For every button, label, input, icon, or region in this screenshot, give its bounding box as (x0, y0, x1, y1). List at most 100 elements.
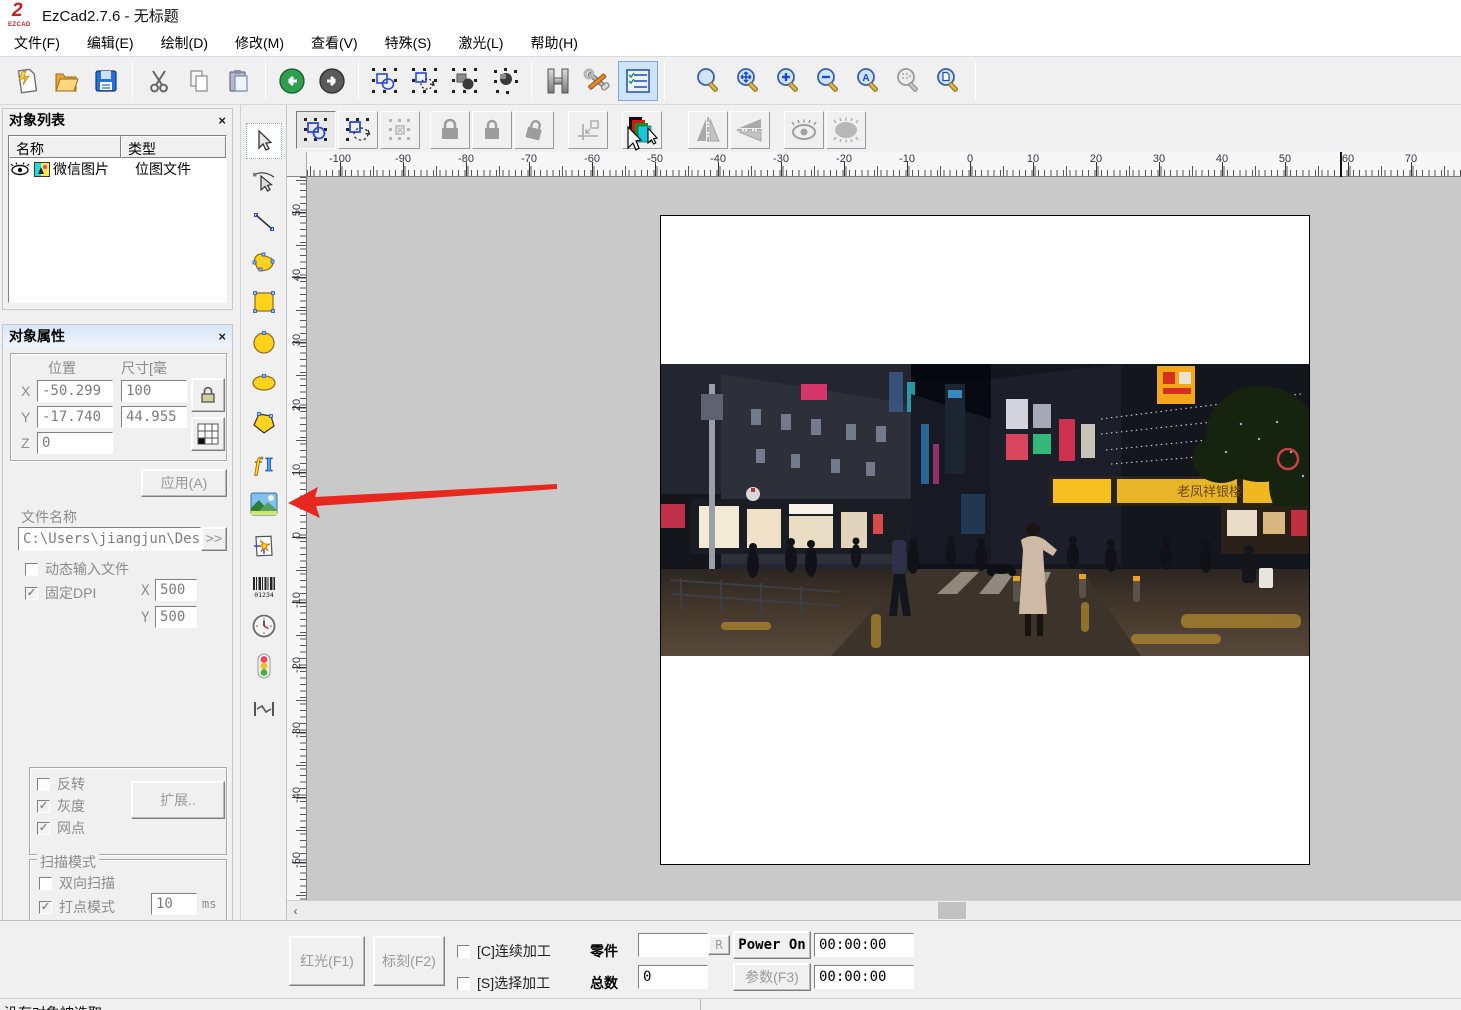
paste-button[interactable] (219, 61, 259, 101)
new-button[interactable] (6, 61, 46, 101)
object-color-button[interactable] (622, 111, 662, 149)
zoom-out-button[interactable] (809, 61, 849, 101)
tool-rectangle[interactable] (246, 284, 282, 320)
zoom-grid-button[interactable] (889, 61, 929, 101)
copy-button[interactable] (179, 61, 219, 101)
menu-file[interactable]: 文件(F) (14, 33, 60, 53)
dither-checkbox[interactable] (37, 822, 50, 835)
menu-draw[interactable]: 绘制(D) (161, 33, 208, 53)
dpi-y-field[interactable]: 500 (155, 606, 197, 628)
tool-traffic-light[interactable] (246, 648, 282, 684)
pos-x-field[interactable]: -50.299 (37, 380, 113, 402)
handles-select-button[interactable] (365, 61, 405, 101)
pos-y-field[interactable]: -17.740 (37, 406, 113, 428)
size-y-field[interactable]: 44.955 (121, 406, 187, 428)
tool-node-edit[interactable] (246, 163, 282, 199)
close-icon[interactable]: × (218, 113, 226, 128)
column-header-name[interactable]: 名称 (9, 136, 121, 158)
undo-button[interactable] (272, 61, 312, 101)
lock-size-button[interactable] (472, 111, 512, 149)
redo-button[interactable] (312, 61, 352, 101)
open-button[interactable] (46, 61, 86, 101)
mirror-vertical-button[interactable] (688, 111, 728, 149)
part-count-field[interactable] (638, 933, 708, 957)
object-list-row[interactable]: 微信图片 位图文件 (9, 158, 226, 180)
menu-modify[interactable]: 修改(M) (235, 33, 284, 53)
tool-ellipse[interactable] (246, 365, 282, 401)
lock-object-button[interactable] (514, 111, 554, 149)
visibility-eye-icon[interactable] (10, 162, 30, 176)
zoom-window-button[interactable] (689, 61, 729, 101)
bidirectional-checkbox[interactable] (39, 877, 52, 890)
zoom-page-button[interactable] (929, 61, 969, 101)
dpi-x-field[interactable]: 500 (155, 579, 197, 601)
scrollbar-thumb[interactable] (938, 902, 966, 919)
show-object-button[interactable] (784, 111, 824, 149)
reset-count-button[interactable]: R (708, 935, 730, 955)
array-button[interactable] (380, 111, 420, 149)
bitmap-object-street-photo[interactable]: ℃PԊԐ 老凤祥银楼 (661, 364, 1309, 656)
lock-position-button[interactable] (430, 111, 470, 149)
tool-select[interactable] (246, 123, 282, 159)
tool-bitmap[interactable] (246, 486, 282, 522)
pos-z-field[interactable]: 0 (37, 432, 113, 454)
tool-curve[interactable] (246, 244, 282, 280)
scroll-left-button[interactable]: ‹ (287, 902, 304, 919)
anchor-grid-button[interactable] (191, 417, 225, 451)
mark-button[interactable]: 标刻(F2) (373, 936, 445, 986)
size-x-field[interactable]: 100 (121, 380, 187, 402)
save-button[interactable] (86, 61, 126, 101)
document-page[interactable]: ℃PԊԐ 老凤祥银楼 (660, 215, 1310, 865)
dot-mode-checkbox[interactable] (39, 901, 52, 914)
lock-ratio-button[interactable] (191, 378, 225, 412)
dot-time-field[interactable]: 10 (151, 893, 197, 915)
menu-laser[interactable]: 激光(L) (458, 33, 503, 53)
menu-view[interactable]: 查看(V) (311, 33, 358, 53)
zoom-move-button[interactable] (729, 61, 769, 101)
file-path-field[interactable]: C:\Users\jiangjun\Des (18, 527, 201, 551)
select-mark-checkbox[interactable] (457, 977, 470, 990)
handles-dots-button[interactable] (485, 61, 525, 101)
power-on-button[interactable]: Power On (733, 931, 811, 959)
canvas-workspace[interactable]: ℃PԊԐ 老凤祥银楼 (307, 177, 1461, 900)
expand-button[interactable]: 扩展.. (131, 781, 225, 819)
fixed-dpi-row[interactable]: 固定DPI (25, 583, 96, 603)
gray-row[interactable]: 灰度 (37, 796, 85, 816)
mirror-horizontal-button[interactable] (730, 111, 770, 149)
transform-select-button[interactable] (296, 111, 336, 149)
menu-special[interactable]: 特殊(S) (385, 33, 432, 53)
gray-checkbox[interactable] (37, 800, 50, 813)
transform-rotate-button[interactable] (338, 111, 378, 149)
tool-vector-file[interactable] (246, 528, 282, 564)
select-mark-row[interactable]: [S]选择加工 (457, 973, 550, 993)
zoom-all-button[interactable]: A (849, 61, 889, 101)
handles-rotate-button[interactable] (405, 61, 445, 101)
dot-mode-row[interactable]: 打点模式 (39, 897, 115, 917)
tool-polygon[interactable] (246, 405, 282, 441)
red-light-button[interactable]: 红光(F1) (289, 936, 365, 986)
invert-row[interactable]: 反转 (37, 774, 85, 794)
tool-clock[interactable] (246, 608, 282, 644)
hatch-button[interactable] (538, 61, 578, 101)
close-icon[interactable]: × (218, 329, 226, 344)
total-count-field[interactable]: 0 (638, 965, 708, 989)
dynamic-input-row[interactable]: 动态输入文件 (25, 559, 129, 579)
fixed-dpi-checkbox[interactable] (25, 587, 38, 600)
tool-kerning[interactable] (246, 691, 282, 727)
h-scrollbar[interactable]: ‹ (287, 900, 1461, 919)
dither-row[interactable]: 网点 (37, 818, 85, 838)
tool-barcode[interactable]: 01234 (246, 568, 282, 604)
invert-checkbox[interactable] (37, 778, 50, 791)
apply-button[interactable]: 应用(A) (141, 469, 227, 497)
hide-object-button[interactable] (826, 111, 866, 149)
tool-circle[interactable] (246, 325, 282, 361)
handles-fill-button[interactable] (445, 61, 485, 101)
tool-line[interactable] (246, 204, 282, 240)
set-origin-button[interactable] (568, 111, 608, 149)
tool-text[interactable]: f I (246, 446, 282, 482)
column-header-type[interactable]: 类型 (121, 136, 226, 158)
menu-edit[interactable]: 编辑(E) (87, 33, 134, 53)
browse-more-button[interactable]: >> (201, 527, 227, 551)
mark-list-button[interactable] (618, 61, 658, 101)
cut-button[interactable] (139, 61, 179, 101)
